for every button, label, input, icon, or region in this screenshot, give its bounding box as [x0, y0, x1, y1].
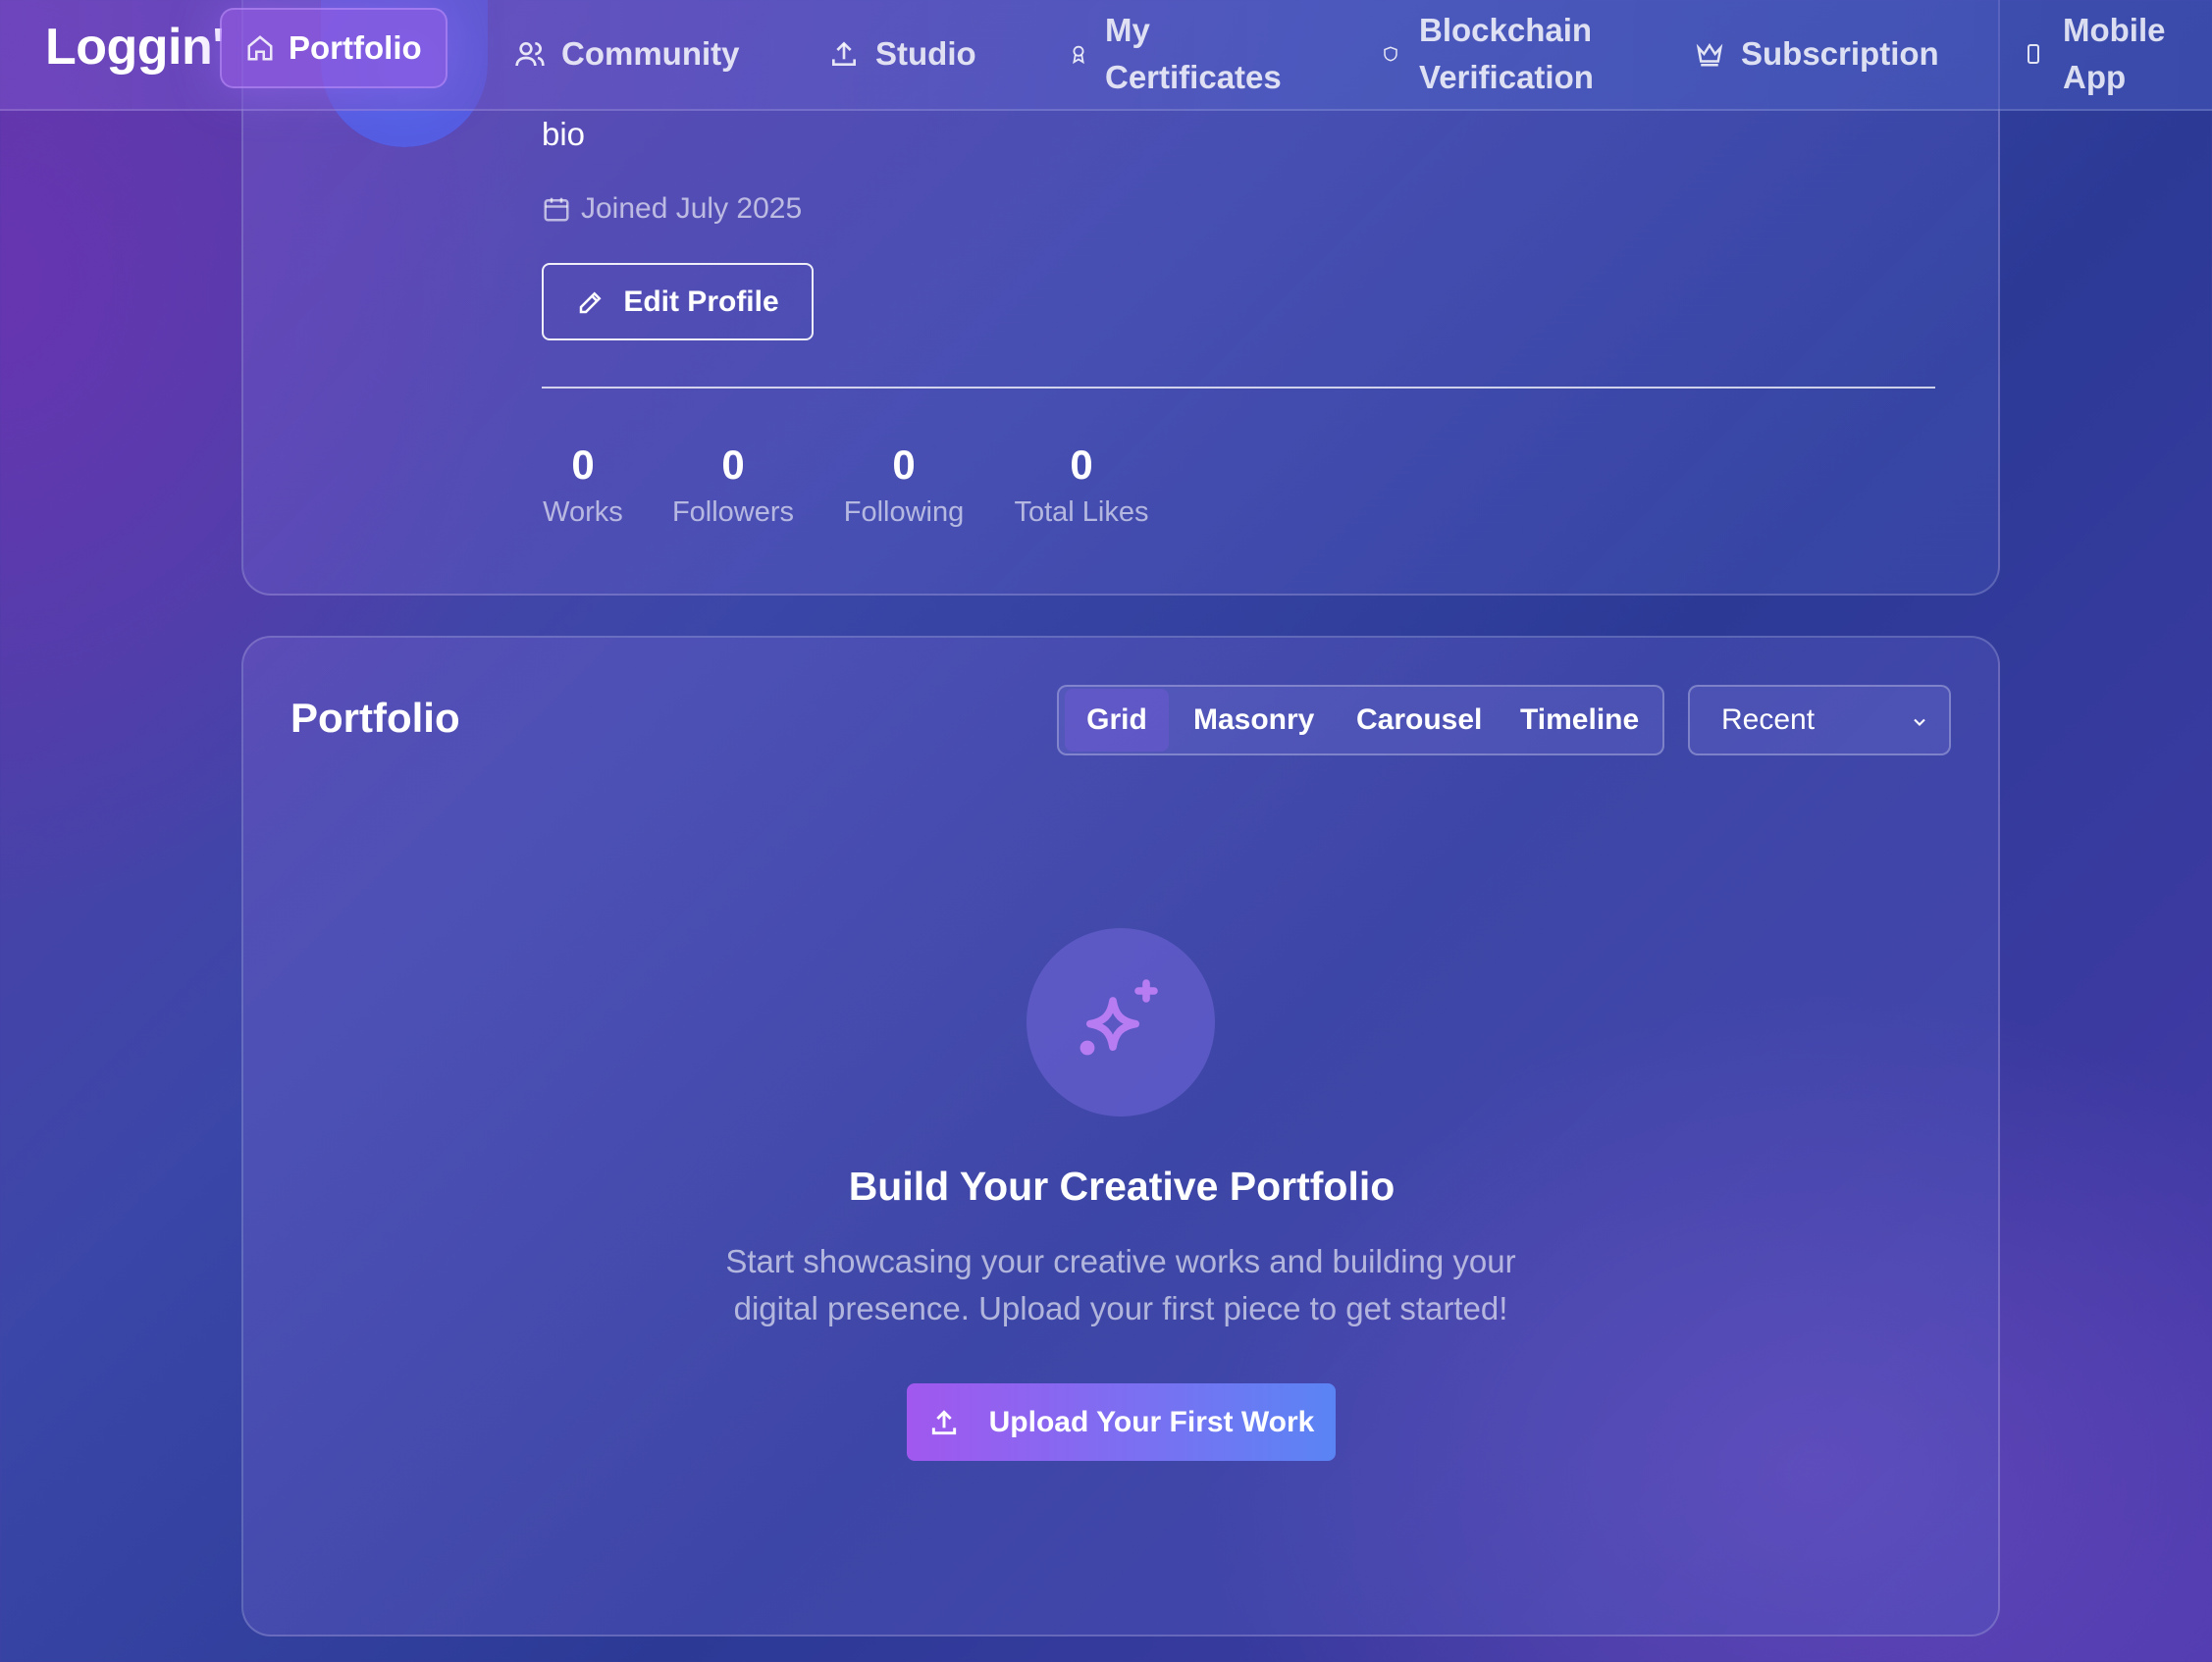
nav-item-label: Studio: [875, 35, 976, 72]
tab-grid[interactable]: Grid: [1065, 689, 1169, 752]
nav-item-subscription[interactable]: Subscription: [1694, 0, 1939, 108]
smartphone-icon: [2028, 44, 2039, 64]
stat-followers[interactable]: 0 Followers: [669, 438, 797, 532]
joined-text: Joined July 2025: [581, 192, 803, 225]
tab-timeline[interactable]: Timeline: [1520, 687, 1639, 753]
joined-date: Joined July 2025: [542, 192, 802, 226]
stat-label: Works: [543, 496, 623, 528]
empty-state-icon-circle: [1027, 928, 1215, 1117]
nav-item-label: Subscription: [1741, 35, 1939, 72]
view-mode-tabs: Grid Masonry Carousel Timeline: [1057, 685, 1664, 755]
nav-item-studio[interactable]: Studio: [828, 0, 976, 108]
empty-state-description-line2: digital presence. Upload your first piec…: [733, 1290, 1508, 1326]
empty-state-description-line1: Start showcasing your creative works and…: [725, 1243, 1516, 1279]
users-icon: [515, 42, 545, 67]
empty-state-title: Build Your Creative Portfolio: [848, 1164, 1396, 1209]
stat-value: 0: [571, 441, 595, 488]
sort-select[interactable]: Recent: [1688, 685, 1951, 755]
upload-first-work-button[interactable]: Upload Your First Work: [907, 1383, 1336, 1461]
nav-item-label-line2: Verification: [1419, 59, 1594, 95]
stat-label: Followers: [671, 496, 795, 528]
app-logo[interactable]: Loggin': [45, 18, 225, 77]
portfolio-card: [241, 636, 2000, 1636]
stat-value: 0: [1070, 441, 1093, 488]
nav-item-community[interactable]: Community: [514, 0, 740, 108]
tab-masonry[interactable]: Masonry: [1193, 687, 1314, 753]
stat-following[interactable]: 0 Following: [840, 438, 968, 532]
nav-item-label-line1: My: [1105, 12, 1150, 48]
tab-carousel[interactable]: Carousel: [1356, 687, 1482, 753]
upload-icon: [832, 41, 856, 66]
edit-profile-button[interactable]: Edit Profile: [542, 263, 814, 340]
sparkles-icon: [1080, 979, 1158, 1056]
sort-selected-value: Recent: [1721, 703, 1816, 736]
portfolio-section-title: Portfolio: [290, 695, 460, 741]
stat-works[interactable]: 0 Works: [542, 438, 624, 532]
profile-bio: bio: [542, 116, 586, 152]
edit-profile-label: Edit Profile: [623, 285, 779, 318]
crown-icon: [1696, 42, 1723, 67]
upload-icon: [931, 1409, 956, 1434]
nav-item-label-line1: Mobile: [2063, 12, 2166, 48]
nav-item-blockchain-verification[interactable]: Blockchain Verification: [1382, 0, 1594, 108]
shield-icon: [1384, 46, 1397, 62]
stat-value: 0: [721, 441, 745, 488]
chevron-down-icon: [1914, 718, 1925, 726]
calendar-icon: [544, 197, 569, 222]
pencil-icon: [580, 290, 602, 313]
nav-item-label-line1: Blockchain: [1419, 12, 1593, 48]
nav-item-label-line2: Certificates: [1105, 59, 1282, 95]
nav-item-portfolio[interactable]: Portfolio: [220, 8, 448, 88]
empty-state-description: Start showcasing your creative works and…: [687, 1238, 1554, 1332]
home-icon: [247, 35, 273, 61]
nav-item-label: Portfolio: [289, 29, 422, 66]
profile-divider: [542, 387, 1935, 389]
upload-first-work-label: Upload Your First Work: [988, 1405, 1315, 1438]
stat-total-likes[interactable]: 0 Total Likes: [1011, 438, 1152, 532]
nav-item-certificates[interactable]: My Certificates: [1068, 0, 1282, 108]
nav-item-label: Community: [561, 35, 740, 72]
stat-value: 0: [892, 441, 916, 488]
nav-item-label-line2: App: [2063, 59, 2127, 95]
stat-label: Following: [843, 496, 965, 528]
award-icon: [1073, 45, 1084, 65]
top-nav: Loggin' Portfolio Community Studio My Ce…: [0, 0, 2212, 111]
stat-label: Total Likes: [1014, 496, 1149, 528]
nav-item-mobile-app[interactable]: Mobile App: [2026, 0, 2166, 108]
